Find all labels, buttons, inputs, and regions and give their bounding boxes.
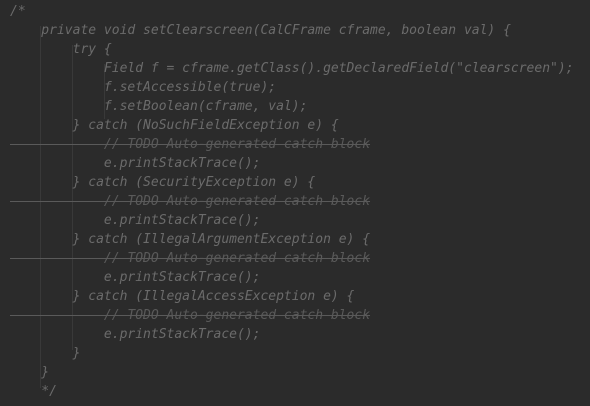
code-line-3: try {: [10, 42, 112, 57]
code-line-6: f.setBoolean(cframe, val);: [10, 99, 308, 114]
code-line-20: }: [10, 365, 50, 380]
code-line-18: e.printStackTrace();: [10, 327, 261, 342]
code-line-19: }: [10, 346, 81, 361]
code-line-15: e.printStackTrace();: [10, 270, 261, 285]
code-line-1: /*: [10, 4, 26, 19]
code-line-7: } catch (NoSuchFieldException e) {: [10, 118, 339, 133]
code-line-16: } catch (IllegalAccessException e) {: [10, 289, 355, 304]
code-line-17-todo-comment: // TODO Auto-generated catch block: [10, 308, 371, 323]
code-line-5: f.setAccessible(true);: [10, 80, 277, 95]
code-line-9: e.printStackTrace();: [10, 156, 261, 171]
code-line-12: e.printStackTrace();: [10, 213, 261, 228]
code-line-10: } catch (SecurityException e) {: [10, 175, 316, 190]
code-line-4: Field f = cframe.getClass().getDeclaredF…: [10, 61, 574, 76]
code-editor[interactable]: /* private void setClearscreen(CalCFrame…: [0, 0, 590, 406]
code-line-13: } catch (IllegalArgumentException e) {: [10, 232, 371, 247]
code-line-14-todo-comment: // TODO Auto-generated catch block: [10, 251, 371, 266]
code-line-2: private void setClearscreen(CalCFrame cf…: [10, 23, 511, 38]
code-line-11-todo-comment: // TODO Auto-generated catch block: [10, 194, 371, 209]
code-line-21: */: [10, 384, 57, 399]
code-line-8-todo-comment: // TODO Auto-generated catch block: [10, 137, 371, 152]
